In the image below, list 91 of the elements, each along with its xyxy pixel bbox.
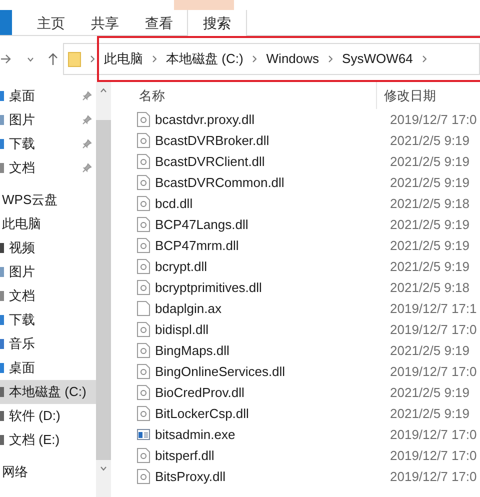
chevron-right-icon[interactable]	[252, 55, 258, 63]
modified-date: 2019/12/7 17:0	[390, 446, 477, 465]
file-name[interactable]: bitsperf.dll	[155, 446, 377, 466]
sidebar-item[interactable]: 桌面	[0, 84, 96, 108]
up-arrow-icon[interactable]	[48, 53, 58, 65]
breadcrumb[interactable]: Windows	[266, 49, 320, 69]
breadcrumb[interactable]: SysWOW64	[342, 49, 413, 69]
folder-icon	[68, 52, 81, 66]
modified-date: 2019/12/7 17:0	[390, 320, 477, 339]
breadcrumb[interactable]: 此电脑	[104, 49, 143, 69]
application-icon	[137, 427, 150, 442]
ribbon-tab[interactable]: 共享	[78, 10, 132, 36]
sidebar-item[interactable]: 本地磁盘 (C:)	[0, 380, 96, 404]
sidebar-item[interactable]: 文档	[0, 156, 96, 180]
sidebar-item[interactable]: 软件 (D:)	[0, 404, 96, 428]
file-name[interactable]: BingOnlineServices.dll	[155, 362, 377, 382]
modified-date: 2019/12/7 17:0	[390, 110, 477, 129]
sidebar-item[interactable]: 音乐	[0, 332, 96, 356]
file-name[interactable]: BitsProxy.dll	[155, 466, 377, 486]
ribbon-tab[interactable]: 主页	[24, 10, 78, 36]
file-name[interactable]: BcastDVRCommon.dll	[155, 172, 377, 192]
file-name[interactable]: BCP47mrm.dll	[155, 236, 377, 256]
sidebar-item-icon	[0, 163, 4, 173]
sidebar-group-label[interactable]: WPS云盘	[0, 190, 58, 210]
scrollbar[interactable]	[96, 82, 111, 497]
chevron-right-icon[interactable]	[90, 55, 95, 63]
chevron-down-icon[interactable]	[27, 56, 34, 62]
context-tab-header	[174, 0, 234, 10]
chevron-right-icon[interactable]	[422, 55, 427, 63]
sidebar-group-label[interactable]: 网络	[0, 462, 28, 482]
modified-date: 2021/2/5 9:19	[390, 342, 470, 360]
sidebar-item[interactable]: 图片	[0, 260, 96, 284]
sidebar-item[interactable]: 文档	[0, 284, 96, 308]
sidebar-item[interactable]: 桌面	[0, 356, 96, 380]
file-icon	[137, 301, 150, 316]
sidebar-item[interactable]: 下载	[0, 308, 96, 332]
chevron-right-icon[interactable]	[152, 55, 157, 63]
sidebar-item-icon	[0, 411, 4, 421]
file-name[interactable]: bcrypt.dll	[155, 256, 377, 276]
file-name[interactable]: BioCredProv.dll	[155, 382, 377, 402]
modified-date: 2019/12/7 17:0	[390, 468, 477, 486]
modified-date: 2021/2/5 9:19	[390, 216, 470, 234]
chevron-right-icon[interactable]	[328, 55, 334, 63]
sidebar-group-label[interactable]: 此电脑	[0, 214, 41, 234]
file-name[interactable]: bcryptprimitives.dll	[155, 278, 377, 298]
file-name[interactable]: bcastdvr.proxy.dll	[155, 110, 377, 130]
breadcrumb[interactable]: 本地磁盘 (C:)	[166, 49, 244, 69]
scroll-up-icon[interactable]	[100, 88, 107, 93]
modified-date: 2021/2/5 9:19	[390, 152, 470, 171]
sidebar-item-icon	[0, 291, 4, 301]
modified-date: 2021/2/5 9:19	[390, 132, 470, 150]
sidebar-item-icon	[0, 243, 4, 253]
ribbon-tab[interactable]: 搜索	[187, 10, 247, 36]
file-name[interactable]: bdaplgin.ax	[155, 298, 377, 318]
sidebar-item-icon	[0, 139, 4, 149]
modified-date: 2019/12/7 17:1	[390, 300, 477, 318]
modified-date: 2021/2/5 9:19	[390, 174, 470, 192]
modified-date: 2021/2/5 9:18	[390, 194, 470, 213]
modified-date: 2021/2/5 9:19	[390, 404, 470, 423]
file-name[interactable]: BCP47Langs.dll	[155, 214, 377, 234]
file-name[interactable]: bidispl.dll	[155, 320, 377, 340]
sidebar-item-icon	[0, 363, 4, 373]
file-name[interactable]: bitsadmin.exe	[155, 424, 377, 444]
sidebar-item-icon	[0, 315, 4, 325]
sidebar-item[interactable]: 图片	[0, 108, 96, 132]
modified-date: 2021/2/5 9:19	[390, 236, 470, 255]
modified-date: 2019/12/7 17:0	[390, 426, 477, 444]
modified-date: 2021/2/5 9:19	[390, 384, 470, 402]
file-name[interactable]: BingMaps.dll	[155, 340, 377, 360]
address-bar[interactable]: 此电脑 本地磁盘 (C:) Windows SysWOW64	[63, 43, 480, 75]
sidebar-item-icon	[0, 115, 4, 125]
ribbon-tab[interactable]: 查看	[132, 10, 186, 36]
sidebar-item-icon	[0, 339, 4, 349]
modified-date: 2021/2/5 9:19	[390, 258, 470, 276]
file-name[interactable]: BitLockerCsp.dll	[155, 404, 377, 424]
modified-date: 2019/12/7 17:0	[390, 362, 477, 381]
file-name[interactable]: BcastDVRBroker.dll	[155, 130, 377, 150]
scroll-down-icon[interactable]	[100, 466, 107, 471]
sidebar-item-icon	[0, 267, 4, 277]
sidebar-item-icon	[0, 387, 4, 397]
sidebar-item-icon	[0, 435, 4, 445]
column-header[interactable]: 修改日期	[377, 86, 436, 106]
modified-date: 2021/2/5 9:18	[390, 278, 470, 297]
scroll-thumb[interactable]	[96, 120, 111, 460]
sidebar-item[interactable]: 视频	[0, 236, 96, 260]
file-name[interactable]: bcd.dll	[155, 194, 377, 214]
file-name[interactable]: BcastDVRClient.dll	[155, 152, 377, 172]
sidebar-item-icon	[0, 91, 4, 101]
sidebar-item[interactable]: 文档 (E:)	[0, 428, 96, 452]
sidebar-item[interactable]: 下载	[0, 132, 96, 156]
column-header[interactable]: 名称	[133, 82, 377, 109]
